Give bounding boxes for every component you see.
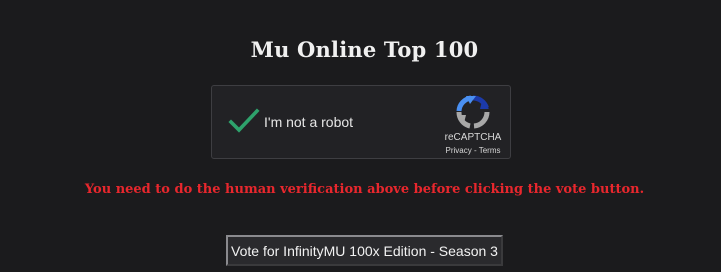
vote-button[interactable]: Vote for InfinityMU 100x Edition - Seaso… bbox=[226, 235, 503, 266]
terms-link[interactable]: Terms bbox=[479, 146, 501, 155]
vote-page: Mu Online Top 100 I'm not a robot reCAPT… bbox=[0, 0, 721, 272]
privacy-link[interactable]: Privacy bbox=[446, 146, 472, 155]
captcha-label: I'm not a robot bbox=[264, 114, 354, 130]
verification-warning: You need to do the human verification ab… bbox=[84, 182, 645, 197]
page-title: Mu Online Top 100 bbox=[250, 37, 479, 62]
recaptcha-widget: I'm not a robot reCAPTCHA Privacy - Term… bbox=[211, 85, 511, 159]
links-separator: - bbox=[471, 146, 479, 155]
check-icon[interactable] bbox=[228, 108, 260, 134]
recaptcha-brand: reCAPTCHA bbox=[444, 132, 502, 143]
recaptcha-links: Privacy - Terms bbox=[438, 146, 508, 155]
recaptcha-logo-icon bbox=[456, 95, 490, 129]
